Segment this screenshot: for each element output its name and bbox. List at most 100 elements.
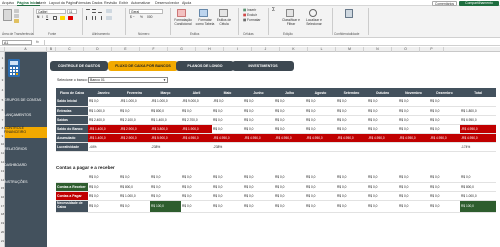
table-cell[interactable]: R$ 0,0 bbox=[336, 124, 367, 134]
comments-button[interactable]: Comentários bbox=[432, 0, 457, 6]
table-cell[interactable]: -R$ 1.400,0 bbox=[88, 124, 119, 134]
italic-button[interactable]: I bbox=[42, 15, 43, 20]
paste-icon[interactable] bbox=[3, 9, 12, 21]
table-cell[interactable]: R$ 0,0 bbox=[429, 106, 460, 116]
table-cell[interactable]: R$ 0,0 bbox=[243, 182, 274, 192]
column-header-I[interactable]: I bbox=[224, 47, 252, 52]
table-cell[interactable]: R$ 0,0 bbox=[336, 106, 367, 116]
column-header-B[interactable]: B bbox=[47, 47, 56, 52]
table-cell[interactable]: R$ 1.000,0 bbox=[119, 191, 150, 201]
cash-flow-header-2[interactable]: Fevereiro bbox=[119, 88, 150, 97]
column-header-F[interactable]: F bbox=[140, 47, 168, 52]
table-cell[interactable] bbox=[429, 142, 460, 152]
table-cell[interactable]: -238% bbox=[150, 142, 181, 152]
table-cell[interactable]: R$ 0,0 bbox=[243, 97, 274, 107]
nav-pill-3[interactable]: INVESTIMENTOS bbox=[232, 61, 294, 71]
format-cells-button[interactable]: ▦ Formatar bbox=[243, 18, 260, 23]
borders-icon[interactable] bbox=[53, 16, 57, 20]
cash-flow-header-0[interactable]: Fluxo de Caixa bbox=[56, 88, 88, 97]
table-cell[interactable]: R$ 0,0 bbox=[367, 191, 398, 201]
table-cell[interactable]: R$ 0,0 bbox=[398, 115, 429, 125]
table-cell[interactable]: -R$ 4.950,0 bbox=[212, 133, 243, 143]
table-cell[interactable]: R$ 0,0 bbox=[243, 173, 274, 183]
table-cell[interactable]: R$ 0,0 bbox=[336, 97, 367, 107]
cash-flow-header-12[interactable]: Dezembro bbox=[429, 88, 460, 97]
table-cell[interactable]: R$ 0,0 bbox=[88, 182, 119, 192]
table-cell[interactable]: -R$ 9.000,0 bbox=[181, 97, 212, 107]
table-cell[interactable]: R$ 0,0 bbox=[150, 191, 181, 201]
table-cell[interactable]: R$ 0,0 bbox=[181, 106, 212, 116]
table-cell[interactable] bbox=[336, 142, 367, 152]
column-header-D[interactable]: D bbox=[84, 47, 112, 52]
cash-flow-header-3[interactable]: Março bbox=[150, 88, 181, 97]
table-cell[interactable]: R$ 0,0 bbox=[88, 97, 119, 107]
table-cell[interactable]: R$ 0,0 bbox=[305, 173, 336, 183]
formula-input[interactable] bbox=[44, 40, 496, 45]
table-cell[interactable]: R$ 0,0 bbox=[429, 115, 460, 125]
underline-button[interactable]: S bbox=[46, 15, 48, 20]
table-cell[interactable]: R$ 0,0 bbox=[274, 115, 305, 125]
cash-flow-header-1[interactable]: Janeiro bbox=[88, 88, 119, 97]
table-cell[interactable]: R$ 0,0 bbox=[274, 191, 305, 201]
table-cell[interactable]: R$ 0,0 bbox=[119, 106, 150, 116]
table-cell[interactable]: -R$ 4.950,0 bbox=[460, 124, 496, 134]
table-cell[interactable]: -R$ 4.950,0 bbox=[367, 133, 398, 143]
font-size-select[interactable]: 11 bbox=[67, 9, 77, 14]
table-cell[interactable]: R$ 0,0 bbox=[367, 124, 398, 134]
table-cell[interactable]: R$ 0,0 bbox=[429, 182, 460, 192]
table-cell[interactable]: R$ 1.400,0 bbox=[150, 115, 181, 125]
table-cell[interactable]: -R$ 4.950,0 bbox=[181, 133, 212, 143]
number-format-select[interactable]: Geral bbox=[129, 9, 163, 14]
table-cell[interactable]: R$ 0,0 bbox=[398, 182, 429, 192]
table-cell[interactable]: R$ 0,0 bbox=[88, 173, 119, 183]
table-cell[interactable]: R$ 0,0 bbox=[243, 124, 274, 134]
column-header-C[interactable]: C bbox=[56, 47, 84, 52]
table-cell[interactable]: -R$ 4.950,0 bbox=[460, 133, 496, 143]
table-cell[interactable] bbox=[398, 142, 429, 152]
cash-flow-header-4[interactable]: Abril bbox=[181, 88, 212, 97]
table-cell[interactable]: R$ 0,0 bbox=[181, 182, 212, 192]
table-cell[interactable]: R$ 0,0 bbox=[181, 173, 212, 183]
table-cell[interactable]: R$ 0,0 bbox=[398, 173, 429, 183]
table-cell[interactable]: R$ 0,0 bbox=[88, 200, 119, 213]
table-cell[interactable]: -R$ 2.900,0 bbox=[119, 124, 150, 134]
table-cell[interactable] bbox=[274, 142, 305, 152]
table-cell[interactable]: R$ 0,0 bbox=[212, 173, 243, 183]
table-cell[interactable]: -R$ 1.000,0 bbox=[119, 97, 150, 107]
column-header-O[interactable]: O bbox=[392, 47, 420, 52]
table-cell[interactable]: R$ 0,0 bbox=[181, 191, 212, 201]
table-cell[interactable]: R$ 0,0 bbox=[181, 200, 212, 213]
table-cell[interactable]: R$ 0,0 bbox=[305, 200, 336, 213]
table-cell[interactable]: R$ 1.000,0 bbox=[460, 191, 496, 201]
table-cell[interactable] bbox=[367, 142, 398, 152]
table-cell[interactable]: R$ 0,0 bbox=[367, 97, 398, 107]
cash-flow-header-5[interactable]: Maio bbox=[212, 88, 243, 97]
table-cell[interactable]: R$ 0,0 bbox=[212, 182, 243, 192]
table-cell[interactable]: R$ 0,0 bbox=[119, 173, 150, 183]
fill-color-icon[interactable] bbox=[60, 16, 65, 20]
table-cell[interactable]: -R$ 4.950,0 bbox=[305, 133, 336, 143]
name-box[interactable]: A1 bbox=[2, 40, 32, 45]
merge-center-icon[interactable] bbox=[106, 16, 112, 20]
sidebar-item-5[interactable]: INSTRUÇÕES bbox=[4, 180, 28, 185]
cell-styles-button[interactable]: Estilos de Célula bbox=[214, 18, 234, 26]
table-cell[interactable]: R$ 0,0 bbox=[243, 191, 274, 201]
table-cell[interactable]: R$ 2.700,0 bbox=[181, 115, 212, 125]
sidebar-item-2[interactable]: CONTROLE FINANCEIRO bbox=[4, 126, 42, 135]
table-cell[interactable] bbox=[119, 142, 150, 152]
table-cell[interactable]: R$ 0,0 bbox=[274, 124, 305, 134]
sidebar-item-3[interactable]: RELATÓRIOS bbox=[4, 147, 27, 152]
table-cell[interactable]: -R$ 2.900,0 bbox=[119, 133, 150, 143]
table-cell[interactable]: R$ 0,0 bbox=[429, 124, 460, 134]
table-cell[interactable]: R$ 0,0 bbox=[88, 191, 119, 201]
table-cell[interactable]: -R$ 3.800,0 bbox=[150, 124, 181, 134]
column-header-H[interactable]: H bbox=[196, 47, 224, 52]
align-bottom-icon[interactable] bbox=[98, 9, 102, 13]
format-table-button[interactable]: Formatar como Tabela bbox=[194, 18, 216, 26]
table-cell[interactable]: R$ 100,0 bbox=[460, 200, 496, 213]
table-cell[interactable]: -R$ 4.950,0 bbox=[274, 133, 305, 143]
table-cell[interactable]: R$ 0,0 bbox=[305, 115, 336, 125]
cash-flow-header-11[interactable]: Novembro bbox=[398, 88, 429, 97]
table-cell[interactable]: -R$ 4.950,0 bbox=[429, 133, 460, 143]
column-header-J[interactable]: J bbox=[252, 47, 280, 52]
